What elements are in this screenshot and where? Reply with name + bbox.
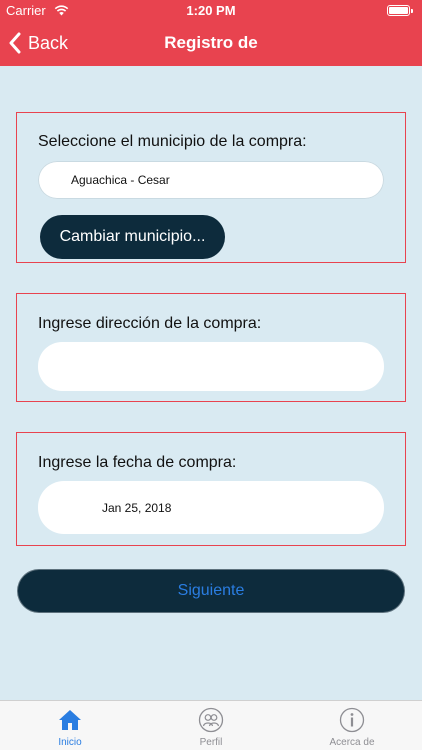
change-municipio-button[interactable]: Cambiar municipio...	[40, 215, 225, 259]
next-button-label: Siguiente	[177, 582, 245, 599]
fecha-value: Jan 25, 2018	[102, 500, 172, 515]
profile-icon	[198, 707, 224, 733]
status-time: 1:20 PM	[186, 3, 236, 18]
change-municipio-label: Cambiar municipio...	[59, 228, 206, 245]
municipio-label: Seleccione el municipio de la compra:	[38, 133, 307, 150]
tab-acerca[interactable]: Acerca de	[282, 701, 422, 750]
home-icon	[59, 710, 81, 730]
fecha-picker[interactable]: Jan 25, 2018	[38, 481, 384, 534]
battery-icon	[387, 5, 413, 16]
direccion-input[interactable]	[38, 342, 384, 391]
municipio-card: Seleccione el municipio de la compra: Ag…	[16, 112, 406, 263]
municipio-value: Aguachica - Cesar	[71, 173, 170, 187]
info-icon	[339, 707, 365, 733]
fecha-card: Ingrese la fecha de compra: Jan 25, 2018	[16, 432, 406, 546]
page-title: Registro de	[164, 33, 258, 52]
direccion-card: Ingrese dirección de la compra:	[16, 293, 406, 402]
tab-inicio-label: Inicio	[58, 737, 82, 748]
municipio-field: Aguachica - Cesar	[38, 161, 384, 199]
status-bar: Carrier 1:20 PM	[0, 0, 422, 22]
tab-perfil-label: Perfil	[199, 737, 223, 748]
fecha-label: Ingrese la fecha de compra:	[38, 454, 237, 471]
next-button[interactable]: Siguiente	[17, 569, 405, 613]
header-bar: Carrier 1:20 PM Back Registro de	[0, 0, 422, 66]
tab-perfil[interactable]: Perfil	[141, 701, 281, 750]
direccion-label: Ingrese dirección de la compra:	[38, 315, 262, 332]
tab-acerca-label: Acerca de	[329, 737, 375, 748]
tab-inicio[interactable]: Inicio	[0, 701, 140, 750]
tab-bar: Inicio Perfil Acerca de	[0, 700, 422, 750]
